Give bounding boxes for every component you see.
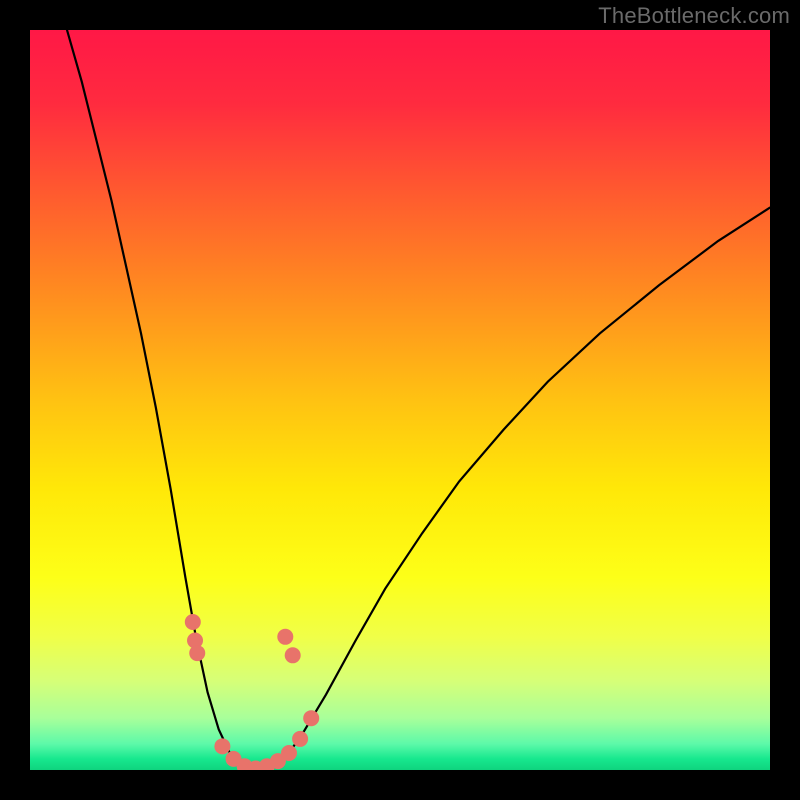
gradient-bg (30, 30, 770, 770)
marker-dot (189, 645, 205, 661)
marker-dot (277, 629, 293, 645)
marker-dot (185, 614, 201, 630)
marker-dot (303, 710, 319, 726)
marker-dot (292, 731, 308, 747)
chart-frame: TheBottleneck.com (0, 0, 800, 800)
plot-area (30, 30, 770, 770)
chart-svg (30, 30, 770, 770)
marker-dot (214, 738, 230, 754)
marker-dot (285, 647, 301, 663)
watermark-text: TheBottleneck.com (598, 3, 790, 29)
marker-dot (281, 745, 297, 761)
